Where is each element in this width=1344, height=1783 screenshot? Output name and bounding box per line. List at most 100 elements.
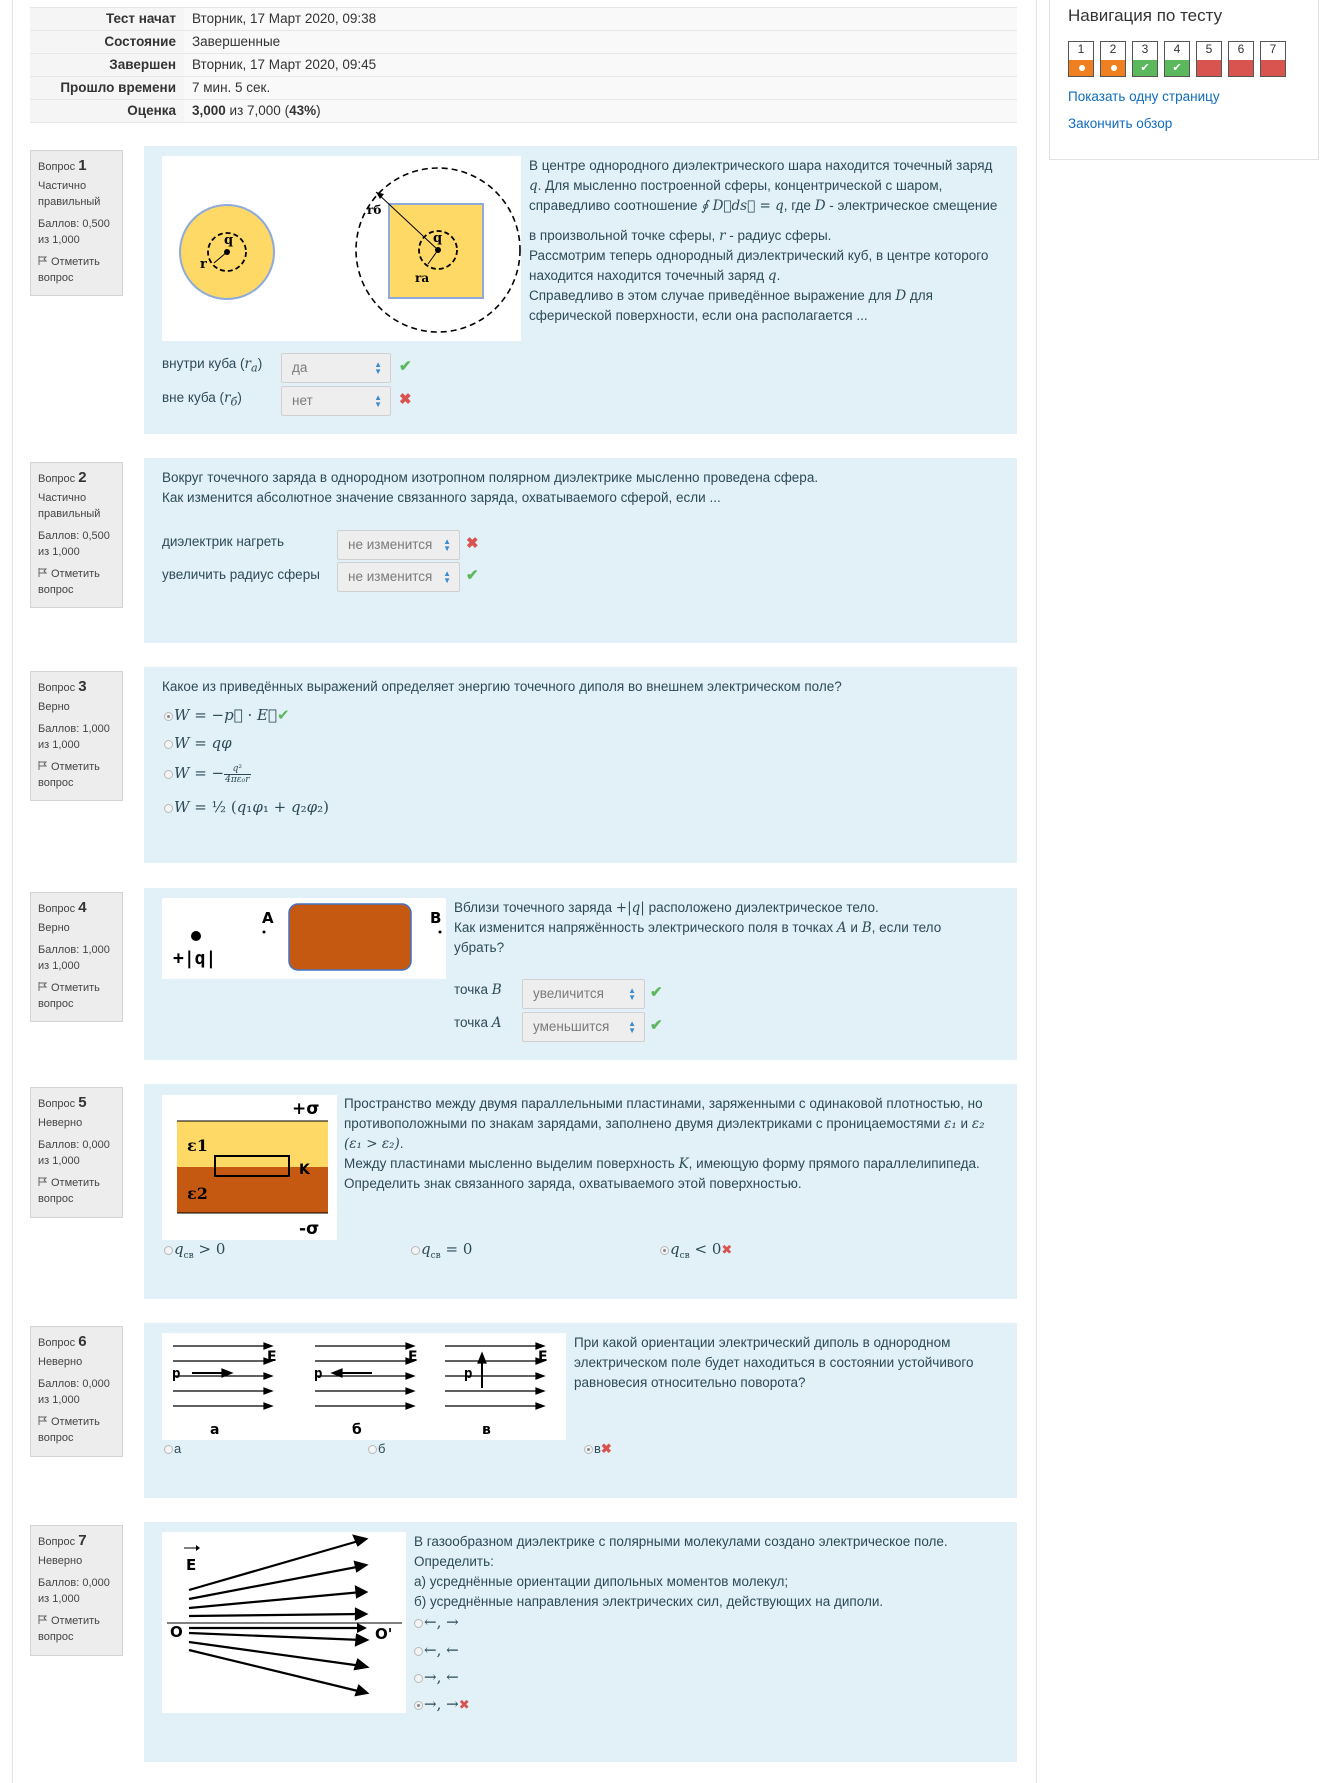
question-grade: Баллов: 0,500 из 1,000: [38, 530, 110, 558]
svg-text:O: O: [170, 1623, 183, 1641]
question-info-3: Вопрос 3 Верно Баллов: 1,000 из 1,000 От…: [30, 671, 123, 801]
answer-select[interactable]: нет ▲ ▼: [281, 386, 391, 416]
radio-unselected[interactable]: [164, 769, 173, 779]
summary-value: Завершенные: [184, 30, 1017, 54]
flag-question-button[interactable]: Отметить вопрос: [38, 980, 122, 1012]
question-content-7: E O O' В газообразном диэлектрике с поля…: [144, 1522, 1017, 1762]
answer-option-1[interactable]: ←, →: [414, 1612, 459, 1632]
attempt-summary-table: Тест начат Вторник, 17 Март 2020, 09:38 С…: [30, 7, 1017, 123]
question-grade: Баллов: 1,000 из 1,000: [38, 723, 110, 751]
nav-question-6-button[interactable]: 6: [1228, 41, 1254, 77]
radio-selected[interactable]: [164, 711, 173, 721]
radio-unselected[interactable]: [164, 739, 173, 749]
correct-check-icon: ✔: [466, 567, 479, 584]
answer-select[interactable]: да ▲ ▼: [281, 353, 391, 383]
question-content-6: p E а p E б p E в При какой ориентации э…: [144, 1323, 1017, 1498]
incorrect-cross-icon: ✖: [466, 535, 479, 552]
answer-select[interactable]: не изменится ▲ ▼: [337, 562, 460, 592]
flag-question-button[interactable]: Отметить вопрос: [38, 566, 122, 598]
question-state: Неверно: [38, 1356, 83, 1368]
question-text: Вокруг точечного заряда в однородном изо…: [162, 470, 819, 505]
nav-question-1-button[interactable]: 1: [1068, 41, 1094, 77]
answer-option-1[interactable]: qсв > 0: [164, 1239, 225, 1266]
question-text: В газообразном диэлектрике с полярными м…: [414, 1534, 948, 1609]
radio-unselected[interactable]: [414, 1646, 423, 1656]
radio-unselected[interactable]: [164, 803, 173, 813]
correct-check-icon: ✔: [650, 984, 663, 1001]
svg-text:r: r: [200, 257, 207, 272]
answer-select[interactable]: увеличится ▲ ▼: [522, 979, 645, 1009]
flag-question-button[interactable]: Отметить вопрос: [38, 1613, 122, 1645]
answer-option-2[interactable]: ←, ←: [414, 1640, 459, 1660]
answer-option-4[interactable]: W = ½ (q₁φ₁ + q₂φ₂): [164, 797, 329, 817]
question-state: Неверно: [38, 1555, 83, 1567]
subquestion-label: вне куба (rб): [162, 390, 242, 409]
summary-key: Оценка: [30, 99, 184, 123]
answer-option-1[interactable]: W = −p⃗ · E⃗✔: [164, 705, 290, 725]
radio-selected[interactable]: [584, 1445, 593, 1455]
radio-unselected[interactable]: [414, 1673, 423, 1683]
svg-text:E: E: [267, 1349, 277, 1365]
correct-check-icon: ✔: [650, 1017, 663, 1034]
question-text: Какое из приведённых выражений определяе…: [162, 679, 842, 694]
flag-icon: [38, 1177, 47, 1186]
quiz-navigation-panel: Навигация по тесту 1 2 3 ✔ 4 ✔ 5 6 7 Показ…: [1049, 0, 1319, 160]
flag-icon: [38, 761, 47, 770]
radio-selected[interactable]: [660, 1245, 669, 1255]
show-one-page-link[interactable]: Показать одну страницу: [1068, 89, 1220, 104]
answer-select[interactable]: уменьшится ▲ ▼: [522, 1012, 645, 1042]
radio-unselected[interactable]: [414, 1618, 423, 1628]
check-icon: ✔: [1172, 62, 1182, 74]
question-state: Неверно: [38, 1117, 83, 1129]
summary-key: Состояние: [30, 30, 184, 54]
subquestion-label: точка A: [454, 1015, 502, 1031]
radio-unselected[interactable]: [368, 1445, 377, 1455]
answer-option-3[interactable]: W = − q² 4πε₀r: [164, 763, 251, 785]
select-arrows-icon: ▲ ▼: [628, 986, 636, 1002]
answer-option-2[interactable]: б: [368, 1439, 385, 1459]
svg-text:K: K: [299, 1162, 311, 1178]
summary-key: Завершен: [30, 53, 184, 77]
svg-text:+|q|: +|q|: [173, 948, 216, 969]
answer-option-2[interactable]: W = qφ: [164, 733, 232, 753]
summary-key: Прошло времени: [30, 76, 184, 100]
flag-question-button[interactable]: Отметить вопрос: [38, 254, 122, 286]
answer-option-3[interactable]: →, ←: [414, 1667, 459, 1687]
question-content-5: +σ ε1 ε2 K -σ Пространство между двумя п…: [144, 1084, 1017, 1299]
select-arrows-icon: ▲ ▼: [374, 393, 382, 409]
radio-unselected[interactable]: [411, 1245, 420, 1255]
radio-unselected[interactable]: [164, 1445, 173, 1455]
svg-text:rа: rа: [415, 271, 429, 285]
flag-question-button[interactable]: Отметить вопрос: [38, 1175, 122, 1207]
radio-unselected[interactable]: [164, 1245, 173, 1255]
q1-figure: r q q rб rа: [162, 156, 521, 341]
nav-question-2-button[interactable]: 2: [1100, 41, 1126, 77]
radio-selected[interactable]: [414, 1700, 423, 1710]
incorrect-cross-icon: ✖: [458, 1698, 470, 1713]
nav-question-7-button[interactable]: 7: [1260, 41, 1286, 77]
answer-option-1[interactable]: а: [164, 1439, 181, 1459]
svg-text:p: p: [464, 1366, 472, 1382]
flag-question-button[interactable]: Отметить вопрос: [38, 1414, 122, 1446]
select-arrows-icon: ▲ ▼: [374, 360, 382, 376]
svg-text:ε2: ε2: [187, 1184, 208, 1203]
answer-select[interactable]: не изменится ▲ ▼: [337, 530, 460, 560]
question-info-7: Вопрос 7 Неверно Баллов: 0,000 из 1,000 …: [30, 1525, 123, 1656]
question-grade: Баллов: 0,000 из 1,000: [38, 1577, 110, 1605]
svg-text:q: q: [224, 233, 233, 248]
summary-key: Тест начат: [30, 7, 184, 31]
question-grade: Баллов: 0,000 из 1,000: [38, 1139, 110, 1167]
nav-question-4-button[interactable]: 4 ✔: [1164, 41, 1190, 77]
nav-question-5-button[interactable]: 5: [1196, 41, 1222, 77]
answer-option-3[interactable]: qсв < 0✖: [660, 1239, 732, 1266]
flag-question-button[interactable]: Отметить вопрос: [38, 759, 122, 791]
answer-option-3[interactable]: в✖: [584, 1439, 612, 1459]
answer-option-2[interactable]: qсв = 0: [411, 1239, 472, 1266]
question-grade: Баллов: 0,000 из 1,000: [38, 1378, 110, 1406]
finish-review-link[interactable]: Закончить обзор: [1068, 116, 1172, 131]
question-text: В центре однородного диэлектрического ша…: [529, 158, 998, 323]
nav-question-3-button[interactable]: 3 ✔: [1132, 41, 1158, 77]
question-info-2: Вопрос 2 Частично правильный Баллов: 0,5…: [30, 462, 123, 608]
answer-option-4[interactable]: →, →✖: [414, 1694, 470, 1716]
svg-text:+σ: +σ: [292, 1099, 319, 1119]
